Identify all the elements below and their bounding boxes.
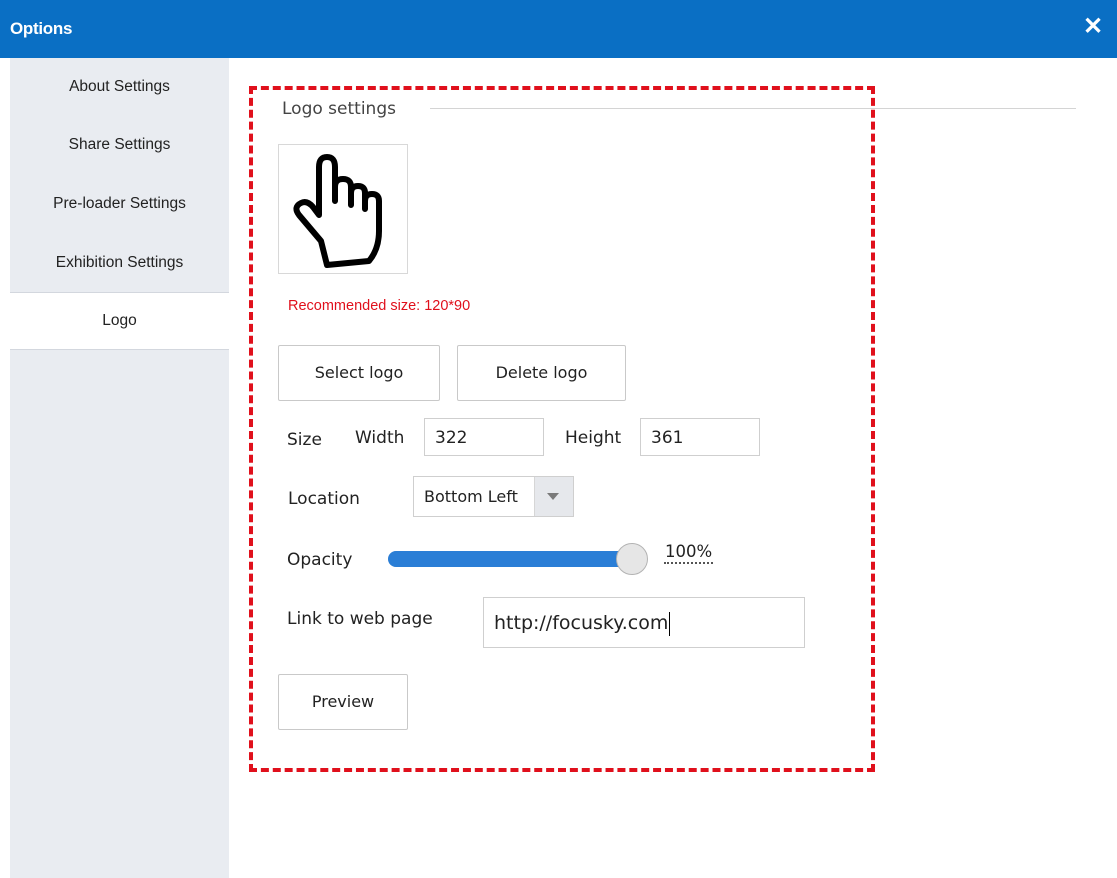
sidebar-item-about-settings[interactable]: About Settings xyxy=(10,58,229,116)
link-url-field[interactable]: http://focusky.com xyxy=(483,597,805,648)
height-field[interactable]: 361 xyxy=(640,418,760,456)
opacity-slider-fill xyxy=(388,551,633,567)
section-title: Logo settings xyxy=(282,99,396,119)
sidebar-item-share-settings[interactable]: Share Settings xyxy=(10,116,229,174)
preview-button[interactable]: Preview xyxy=(278,674,408,730)
location-dropdown[interactable]: Bottom Left xyxy=(413,476,574,517)
width-field[interactable]: 322 xyxy=(424,418,544,456)
title-bar: Options ✕ xyxy=(0,0,1117,58)
link-url-value: http://focusky.com xyxy=(494,612,669,634)
sidebar: About Settings Share Settings Pre-loader… xyxy=(10,58,229,878)
section-divider xyxy=(430,108,1076,109)
opacity-value[interactable]: 100% xyxy=(664,542,714,564)
opacity-slider[interactable] xyxy=(388,551,633,567)
window-title: Options xyxy=(10,19,73,38)
dropdown-button[interactable] xyxy=(534,477,573,516)
hand-pointer-icon xyxy=(293,154,382,268)
text-caret xyxy=(669,611,671,636)
location-label: Location xyxy=(288,489,360,509)
delete-logo-button[interactable]: Delete logo xyxy=(457,345,626,401)
logo-preview xyxy=(278,144,408,274)
recommended-size-note: Recommended size: 120*90 xyxy=(288,298,471,314)
height-label: Height xyxy=(565,428,622,448)
sidebar-item-exhibition-settings[interactable]: Exhibition Settings xyxy=(10,234,229,292)
width-label: Width xyxy=(355,428,405,448)
chevron-down-icon xyxy=(547,493,559,500)
select-logo-button[interactable]: Select logo xyxy=(278,345,440,401)
close-icon[interactable]: ✕ xyxy=(1075,9,1111,45)
link-label: Link to web page xyxy=(287,609,433,629)
sidebar-item-logo[interactable]: Logo xyxy=(10,292,229,350)
opacity-label: Opacity xyxy=(287,550,353,570)
location-selected-value: Bottom Left xyxy=(424,487,518,506)
sidebar-item-preloader-settings[interactable]: Pre-loader Settings xyxy=(10,175,229,233)
opacity-slider-handle[interactable] xyxy=(616,543,648,575)
size-label: Size xyxy=(287,430,322,450)
